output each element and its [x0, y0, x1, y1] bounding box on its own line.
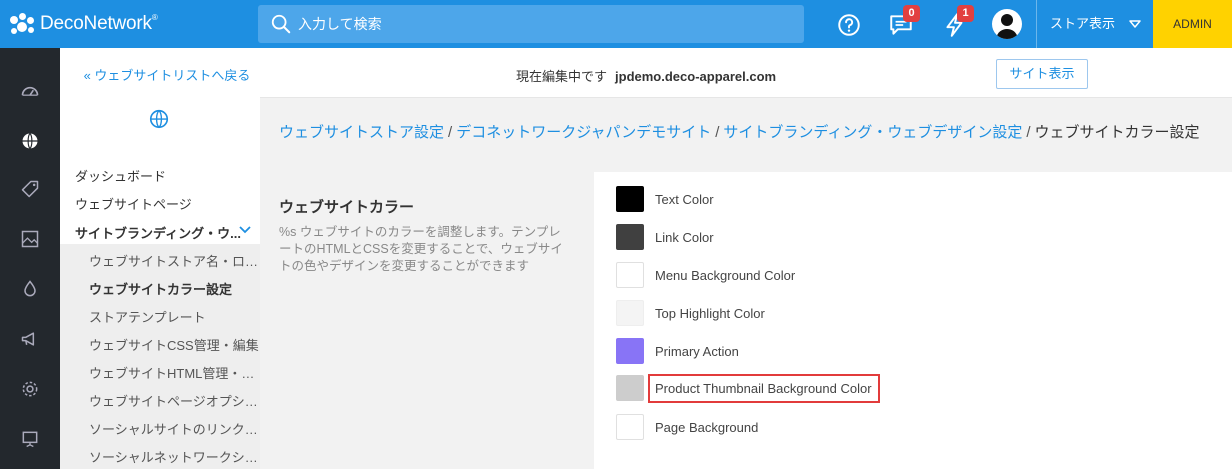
search-placeholder: 入力して検索: [298, 16, 382, 32]
topbar-divider: [1036, 0, 1037, 48]
color-label: Top Highlight Color: [655, 305, 765, 321]
search-icon: [271, 14, 291, 34]
logo-dots-icon: [10, 13, 36, 35]
sub-item-page-options[interactable]: ウェブサイトページオプショ...: [89, 391, 259, 410]
alerts-button[interactable]: 1: [942, 5, 974, 38]
breadcrumb-demo-site[interactable]: デコネットワークジャパンデモサイト: [456, 124, 711, 141]
dashboard-icon[interactable]: [17, 78, 43, 104]
nav-item-website-pages[interactable]: ウェブサイトページ: [75, 194, 192, 213]
sub-item-html-edit[interactable]: ウェブサイトHTML管理・編集: [89, 363, 259, 382]
back-to-website-list-link[interactable]: « ウェブサイトリストへ戻る: [82, 68, 252, 84]
store-view-dropdown[interactable]: ストア表示: [1050, 0, 1115, 48]
color-swatch[interactable]: [616, 224, 644, 250]
color-swatch[interactable]: [616, 375, 644, 401]
globe-icon[interactable]: [17, 128, 43, 154]
color-swatch[interactable]: [616, 414, 644, 440]
color-row-top-highlight[interactable]: Top Highlight Color: [616, 300, 765, 326]
section-description: %s ウェブサイトのカラーを調整します。テンプレートのHTMLとCSSを変更する…: [279, 225, 563, 273]
user-avatar[interactable]: [992, 9, 1022, 39]
breadcrumb-current: ウェブサイトカラー設定: [1034, 124, 1200, 141]
sub-item-website-colors[interactable]: ウェブサイトカラー設定: [89, 279, 259, 298]
breadcrumb-site-branding[interactable]: サイトブランディング・ウェブデザイン設定: [723, 124, 1022, 141]
color-row-text[interactable]: Text Color: [616, 186, 714, 212]
editing-status: 現在編集中です jpdemo.deco-apparel.com: [516, 66, 776, 85]
messages-badge: 0: [903, 5, 920, 22]
color-label: Primary Action: [655, 343, 739, 359]
color-swatch[interactable]: [616, 262, 644, 288]
presentation-icon[interactable]: [17, 426, 43, 452]
gear-icon[interactable]: [17, 376, 43, 402]
admin-button[interactable]: ADMIN: [1153, 0, 1232, 48]
alerts-badge: 1: [957, 5, 974, 22]
color-label: Text Color: [655, 191, 714, 207]
color-swatch[interactable]: [616, 338, 644, 364]
color-row-page-background[interactable]: Page Background: [616, 414, 758, 440]
color-label: Link Color: [655, 229, 714, 245]
chevron-down-icon[interactable]: [1128, 17, 1142, 31]
sub-item-store-name-logo[interactable]: ウェブサイトストア名・ロゴ...: [89, 251, 259, 270]
color-row-menu-background[interactable]: Menu Background Color: [616, 262, 795, 288]
breadcrumb-separator: /: [1026, 124, 1031, 141]
globe-icon: [149, 109, 169, 129]
droplet-icon[interactable]: [17, 276, 43, 302]
megaphone-icon[interactable]: [17, 326, 43, 352]
sub-item-social-share[interactable]: ソーシャルネットワークシェ...: [89, 447, 259, 466]
nav-item-dashboard[interactable]: ダッシュボード: [75, 166, 166, 185]
breadcrumb-separator: /: [448, 124, 453, 141]
top-bar: DecoNetwork® 入力して検索 0 1 ストア表示 ADMIN: [0, 0, 1232, 48]
logo-text: DecoNetwork®: [40, 13, 158, 34]
deconetwork-logo[interactable]: DecoNetwork®: [10, 10, 158, 38]
messages-button[interactable]: 0: [888, 5, 920, 38]
sub-item-store-template[interactable]: ストアテンプレート: [89, 307, 259, 326]
color-swatch[interactable]: [616, 300, 644, 326]
nav-item-site-branding[interactable]: サイトブランディング・ウ...: [75, 223, 241, 242]
breadcrumb-separator: /: [715, 124, 720, 141]
highlight-box: [648, 374, 880, 403]
color-label: Menu Background Color: [655, 267, 796, 283]
color-row-primary-action[interactable]: Primary Action: [616, 338, 739, 364]
editing-label: 現在編集中です: [516, 69, 608, 84]
user-icon: [996, 14, 1018, 39]
search-input[interactable]: 入力して検索: [258, 5, 804, 43]
sub-item-social-links[interactable]: ソーシャルサイトのリンク設定: [89, 419, 259, 438]
icon-rail: [0, 48, 60, 469]
section-title: ウェブサイトカラー: [279, 199, 415, 216]
image-icon[interactable]: [17, 226, 43, 252]
breadcrumb-store-settings[interactable]: ウェブサイトストア設定: [279, 124, 444, 141]
chevron-down-icon[interactable]: [238, 224, 252, 236]
color-swatch[interactable]: [616, 186, 644, 212]
sub-item-css-edit[interactable]: ウェブサイトCSS管理・編集: [89, 335, 259, 354]
editing-domain: jpdemo.deco-apparel.com: [615, 69, 777, 84]
tag-icon[interactable]: [17, 176, 43, 202]
color-label: Page Background: [655, 419, 759, 435]
view-site-button[interactable]: サイト表示: [996, 59, 1088, 89]
breadcrumb: ウェブサイトストア設定 / デコネットワークジャパンデモサイト / サイトブランディング…: [279, 121, 1200, 142]
color-row-link[interactable]: Link Color: [616, 224, 714, 250]
help-icon[interactable]: [836, 12, 862, 38]
